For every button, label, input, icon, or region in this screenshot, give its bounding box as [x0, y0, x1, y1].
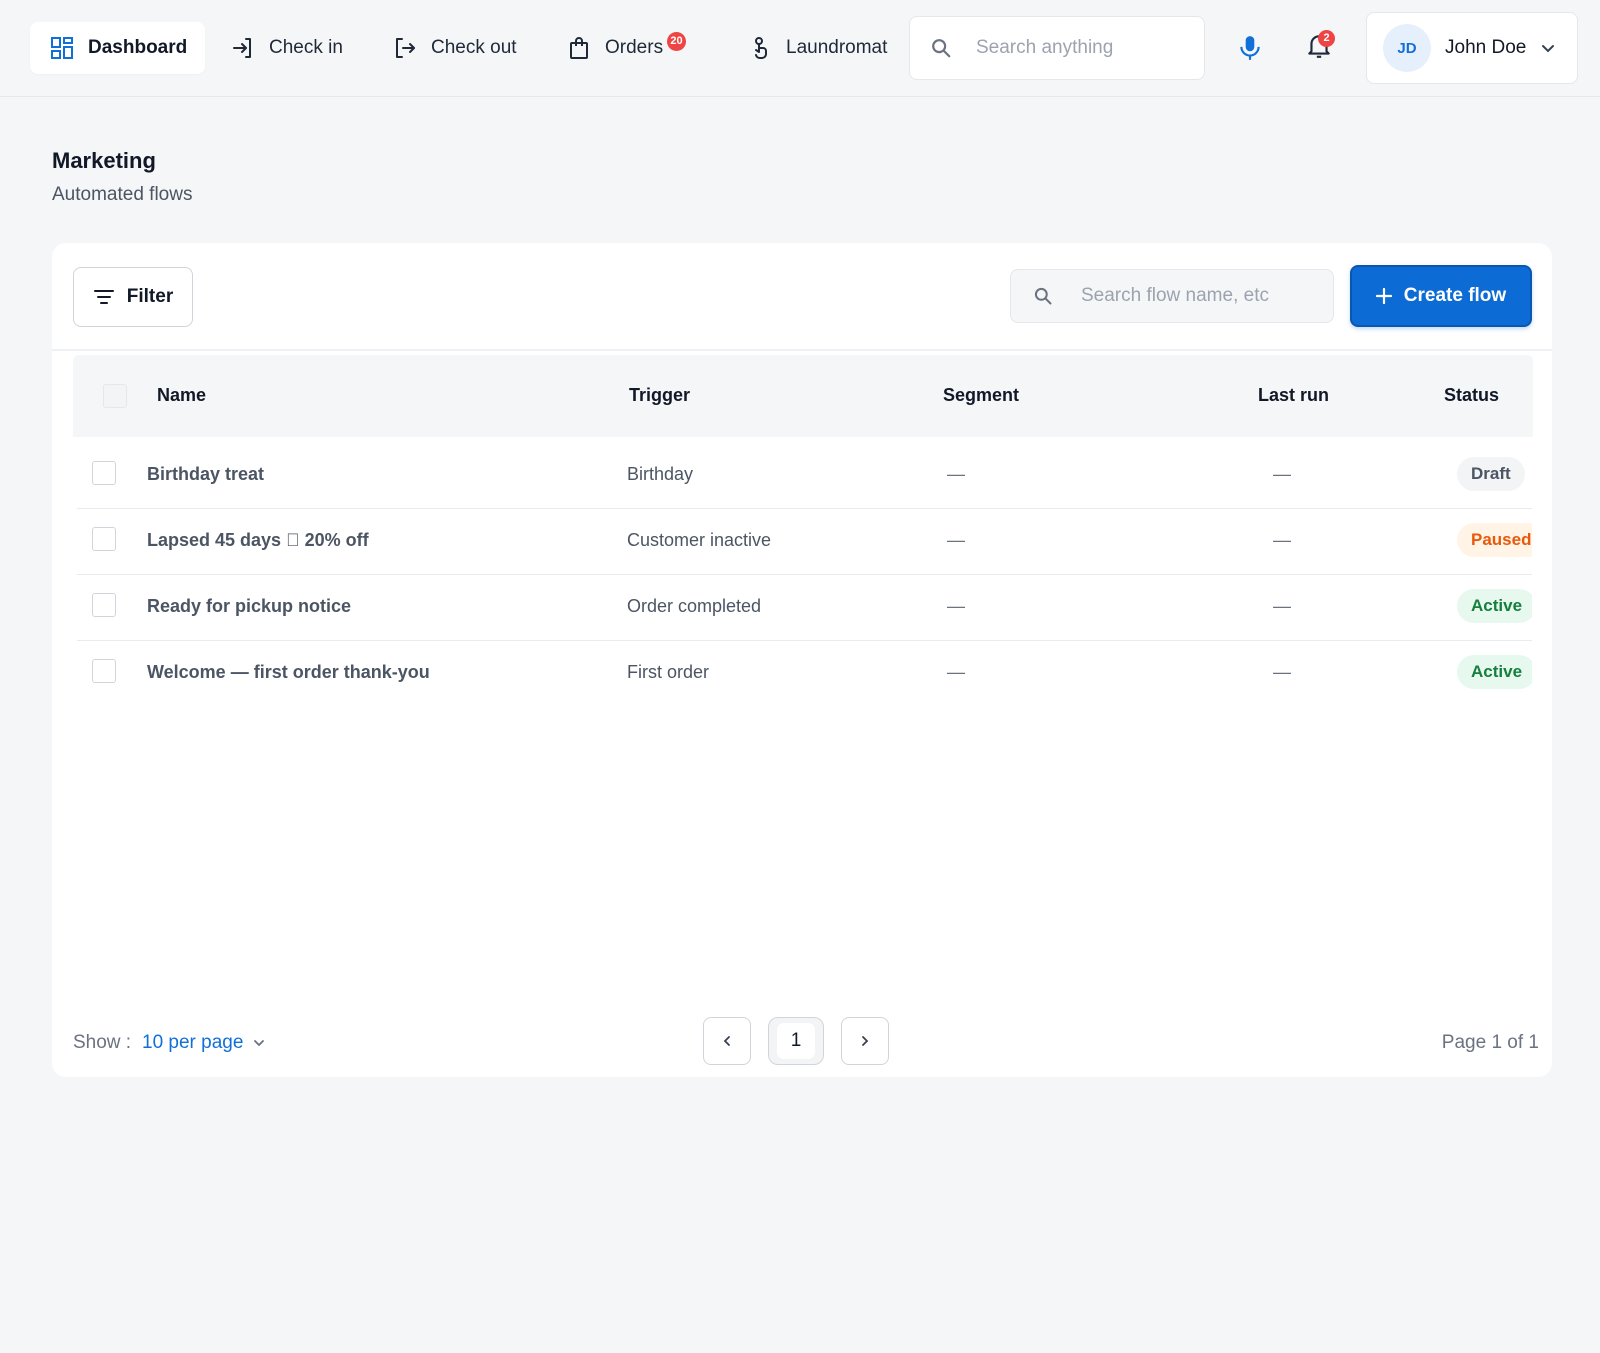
flow-last-run: — — [1273, 596, 1291, 616]
chevron-down-icon — [253, 1037, 265, 1049]
page-subtitle: Automated flows — [52, 184, 193, 205]
check-in-icon — [231, 36, 255, 60]
table-row[interactable]: Ready for pickup notice Order completed … — [77, 575, 1532, 641]
flow-name: Welcome — first order thank-you — [147, 662, 430, 682]
top-navigation-bar: Dashboard Check in Check out Orders 20 L… — [0, 0, 1600, 97]
show-label: Show : — [73, 1032, 132, 1053]
nav-orders[interactable]: Orders — [567, 22, 663, 74]
per-page-value: 10 per page — [142, 1032, 244, 1053]
nav-label: Orders — [605, 37, 664, 58]
user-menu[interactable]: JD John Doe — [1366, 12, 1578, 84]
column-header-name[interactable]: Name — [157, 385, 206, 406]
plus-icon — [1375, 288, 1392, 304]
table-row[interactable]: Birthday treat Birthday — — Draft — [77, 443, 1532, 509]
flow-name: Birthday treat — [147, 464, 265, 484]
flow-segment: — — [947, 530, 965, 550]
create-flow-label: Create flow — [1403, 285, 1507, 306]
table-row[interactable]: Welcome — first order thank-you First or… — [77, 641, 1532, 707]
flow-last-run: — — [1273, 464, 1291, 484]
card-toolbar: Filter Create flow — [52, 243, 1552, 351]
column-header-trigger[interactable]: Trigger — [629, 385, 690, 406]
notifications-button[interactable]: 2 — [1306, 30, 1336, 64]
nav-check-out[interactable]: Check out — [393, 22, 517, 74]
nav-laundromat[interactable]: Laundromat — [748, 22, 888, 74]
filter-button[interactable]: Filter — [73, 267, 193, 327]
check-out-icon — [393, 36, 417, 60]
create-flow-button[interactable]: Create flow — [1350, 265, 1532, 327]
table-row[interactable]: Lapsed 45 days   20% off Customer inacti… — [77, 509, 1532, 575]
flow-trigger: Order completed — [627, 596, 762, 616]
flow-trigger: Customer inactive — [627, 530, 772, 550]
row-checkbox[interactable] — [92, 593, 116, 617]
flows-card: Filter Create flow Name Trigger Segment … — [52, 243, 1552, 1077]
next-page-button[interactable] — [841, 1017, 889, 1065]
pagination-bar: Show : 10 per page 1 Page 1 of 1 — [52, 1013, 1552, 1077]
nav-label: Laundromat — [786, 37, 888, 58]
flow-trigger: Birthday — [627, 464, 694, 484]
flow-last-run: — — [1273, 530, 1291, 550]
row-checkbox[interactable] — [92, 527, 116, 551]
flow-name: Lapsed 45 days   20% off — [147, 530, 369, 550]
status-badge: Active — [1457, 589, 1532, 623]
flow-segment: — — [947, 464, 965, 484]
per-page-select[interactable]: 10 per page — [142, 1032, 265, 1054]
status-badge-container: Paused — [1457, 523, 1532, 559]
user-name: John Doe — [1445, 37, 1527, 58]
flow-name: Ready for pickup notice — [147, 596, 352, 616]
status-badge-container: Active — [1457, 655, 1532, 691]
chevron-right-icon — [859, 1035, 871, 1047]
status-badge-container: Active — [1457, 589, 1532, 625]
flow-search-input[interactable] — [1081, 285, 1311, 307]
nav-label: Check in — [269, 37, 343, 58]
hand-tap-icon — [748, 36, 772, 60]
avatar: JD — [1383, 24, 1431, 72]
nav-dashboard[interactable]: Dashboard — [30, 22, 206, 74]
page-number-label: 1 — [777, 1023, 815, 1059]
chevron-left-icon — [721, 1035, 733, 1047]
column-header-status[interactable]: Status — [1444, 385, 1499, 406]
table-header: Name Trigger Segment Last run Status — [73, 355, 1533, 437]
chevron-down-icon — [1540, 40, 1556, 56]
filter-label: Filter — [126, 286, 174, 307]
page-title: Marketing — [52, 148, 156, 173]
shopping-bag-icon — [567, 36, 591, 60]
search-icon — [930, 37, 952, 59]
nav-label: Check out — [431, 37, 517, 58]
status-badge: Active — [1457, 655, 1532, 689]
orders-count-badge: 20 — [667, 32, 686, 51]
status-badge-container: Draft — [1457, 457, 1532, 493]
search-icon — [1033, 286, 1053, 306]
nav-label: Dashboard — [88, 37, 188, 58]
column-header-last-run[interactable]: Last run — [1258, 385, 1329, 406]
dashboard-grid-icon — [50, 36, 74, 60]
column-header-segment[interactable]: Segment — [943, 385, 1019, 406]
microphone-icon — [1237, 34, 1263, 62]
flow-segment: — — [947, 596, 965, 616]
flow-last-run: — — [1273, 662, 1291, 682]
row-checkbox[interactable] — [92, 659, 116, 683]
flow-segment: — — [947, 662, 965, 682]
page-info: Page 1 of 1 — [1441, 1032, 1539, 1053]
previous-page-button[interactable] — [703, 1017, 751, 1065]
status-badge: Draft — [1457, 457, 1525, 491]
microphone-button[interactable] — [1237, 34, 1263, 62]
global-search-input[interactable] — [976, 37, 1176, 59]
flow-search-box — [1010, 269, 1334, 323]
global-search-box — [909, 16, 1205, 80]
notifications-count-badge: 2 — [1318, 30, 1335, 47]
row-checkbox[interactable] — [92, 461, 116, 485]
select-all-checkbox[interactable] — [103, 384, 127, 408]
status-badge: Paused — [1457, 523, 1532, 557]
flow-trigger: First order — [627, 662, 710, 682]
nav-check-in[interactable]: Check in — [231, 22, 343, 74]
filter-icon — [93, 288, 115, 306]
page-number-current[interactable]: 1 — [768, 1017, 824, 1065]
